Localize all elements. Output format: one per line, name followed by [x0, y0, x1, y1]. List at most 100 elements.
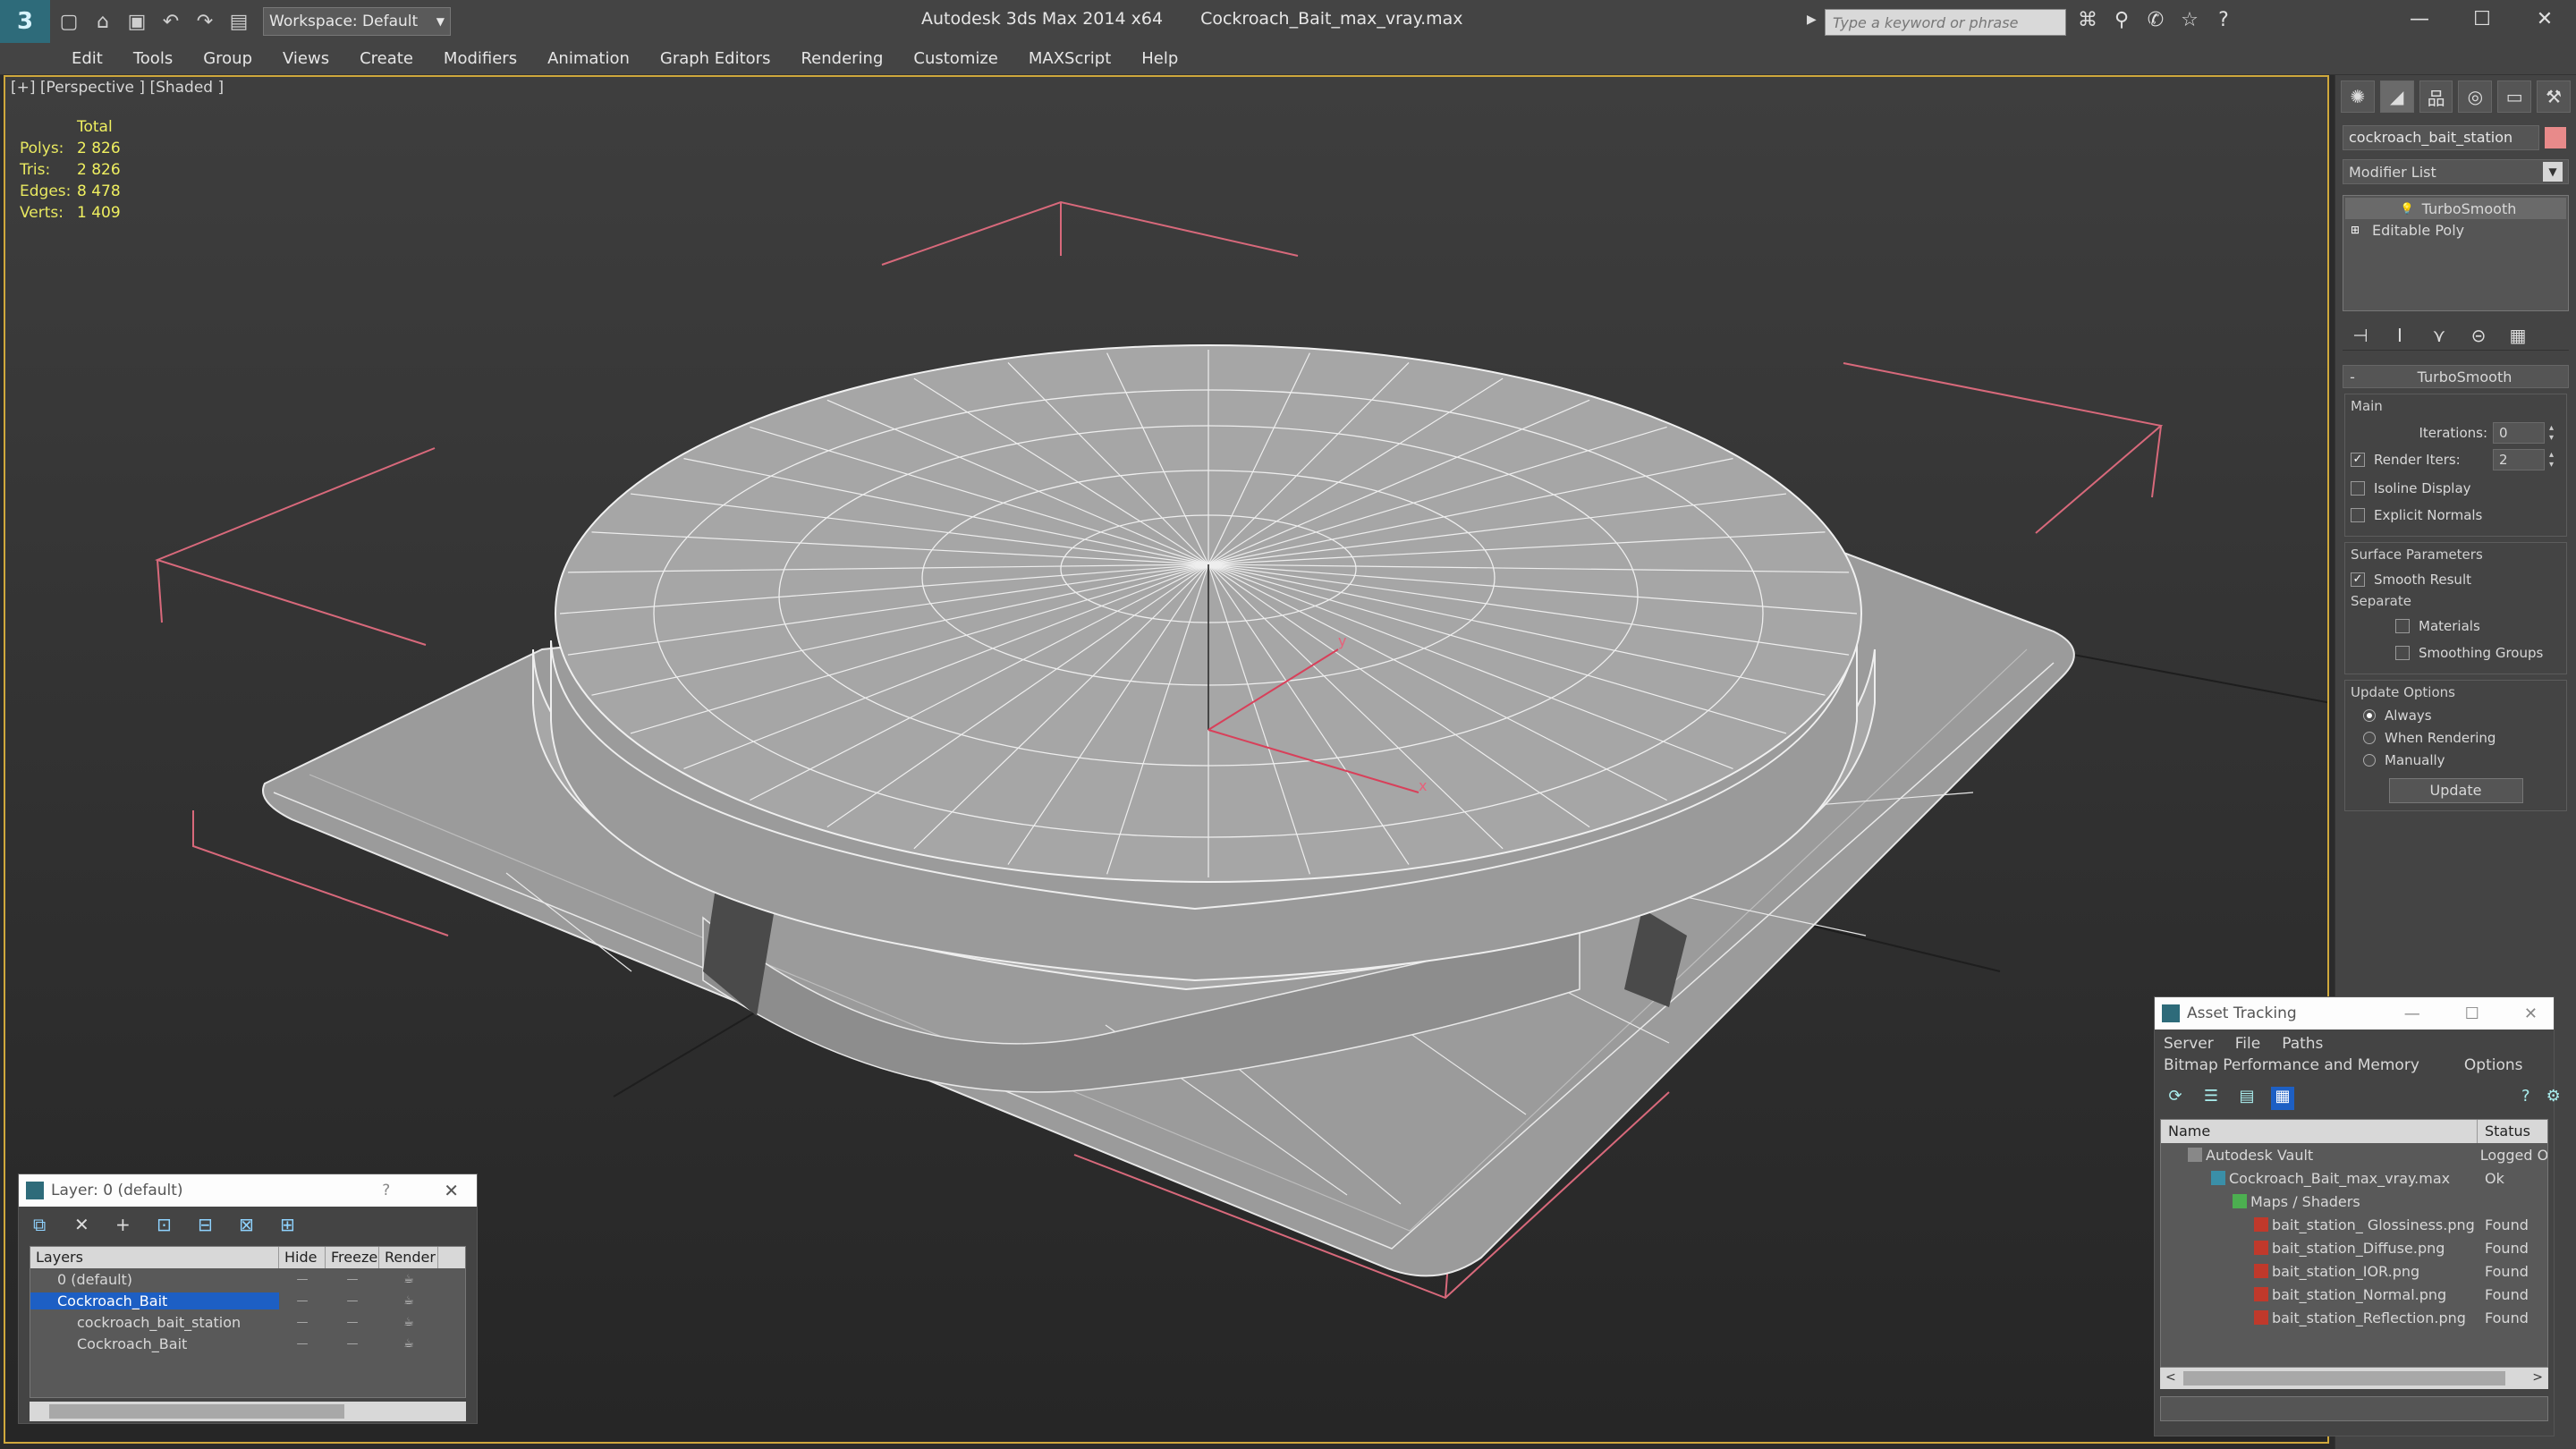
close-icon[interactable]: ✕	[444, 1180, 459, 1201]
asset-row[interactable]: bait_station_Diffuse.png Found	[2161, 1236, 2547, 1259]
app-logo-icon[interactable]: 3	[0, 0, 50, 43]
iterations-spinner[interactable]: 0	[2493, 422, 2558, 444]
search-expand-icon[interactable]: ▶	[1807, 13, 1817, 27]
menu-create[interactable]: Create	[360, 49, 413, 68]
menu-bitmap-performance[interactable]: Bitmap Performance and Memory	[2164, 1056, 2419, 1078]
menu-help[interactable]: Help	[1141, 49, 1178, 68]
hide-all-icon[interactable]: ⊠	[239, 1214, 260, 1235]
save-file-icon[interactable]: ▣	[122, 6, 152, 37]
undo-icon[interactable]: ↶	[156, 6, 186, 37]
stack-item-editable-poly[interactable]: ⊞ Editable Poly	[2345, 219, 2566, 241]
render-teapot-icon[interactable]: ☕	[379, 1337, 438, 1351]
motion-tab-icon[interactable]: ◎	[2458, 80, 2493, 113]
column-header[interactable]: Status	[2478, 1120, 2538, 1143]
layer-row[interactable]: 0 (default) — — ☕	[30, 1268, 465, 1290]
layer-panel-title-bar[interactable]: Layer: 0 (default) ? ✕	[19, 1174, 477, 1207]
stack-item-turbosmooth[interactable]: 💡 TurboSmooth	[2345, 198, 2566, 219]
menu-views[interactable]: Views	[283, 49, 329, 68]
maximize-icon[interactable]: ☐	[2465, 1004, 2479, 1023]
add-to-layer-icon[interactable]: +	[115, 1214, 137, 1235]
turbosmooth-rollout-header[interactable]: - TurboSmooth	[2343, 365, 2569, 388]
close-icon[interactable]: ✕	[2513, 0, 2576, 38]
help-icon[interactable]: ?	[382, 1182, 390, 1199]
column-header[interactable]: Name	[2161, 1120, 2478, 1143]
pin-stack-icon[interactable]: ⊣	[2348, 325, 2373, 350]
layer-row[interactable]: Cockroach_Bait — — ☕	[30, 1290, 465, 1311]
asset-row[interactable]: bait_station_IOR.png Found	[2161, 1259, 2547, 1283]
render-teapot-icon[interactable]: ☕	[379, 1316, 438, 1329]
minimize-icon[interactable]: —	[2388, 0, 2451, 38]
hide-toggle[interactable]: —	[279, 1337, 326, 1351]
select-objects-icon[interactable]: ⊡	[157, 1214, 178, 1235]
freeze-toggle[interactable]: —	[326, 1294, 379, 1308]
asset-row[interactable]: bait_station_Normal.png Found	[2161, 1283, 2547, 1306]
asset-row[interactable]: Maps / Shaders	[2161, 1190, 2547, 1213]
menu-edit[interactable]: Edit	[72, 49, 103, 68]
hide-toggle[interactable]: —	[279, 1273, 326, 1286]
modify-tab-icon[interactable]: ◢	[2379, 80, 2414, 113]
tree-view-icon[interactable]: ▤	[2235, 1087, 2258, 1110]
always-radio[interactable]	[2363, 708, 2376, 722]
update-button[interactable]: Update	[2388, 778, 2523, 803]
column-header[interactable]: Hide	[279, 1247, 326, 1268]
layer-row[interactable]: Cockroach_Bait — — ☕	[30, 1333, 465, 1354]
column-header[interactable]: Freeze	[326, 1247, 379, 1268]
isoline-checkbox[interactable]	[2351, 481, 2365, 496]
horizontal-scrollbar[interactable]: < >	[2160, 1368, 2548, 1389]
menu-rendering[interactable]: Rendering	[801, 49, 883, 68]
menu-customize[interactable]: Customize	[913, 49, 997, 68]
freeze-toggle[interactable]: —	[326, 1316, 379, 1329]
menu-file[interactable]: File	[2235, 1035, 2260, 1055]
layer-row[interactable]: cockroach_bait_station — — ☕	[30, 1311, 465, 1333]
modifier-list-dropdown[interactable]: Modifier List ▼	[2343, 159, 2569, 184]
viewport-label[interactable]: [+] [Perspective ] [Shaded ]	[11, 79, 224, 97]
smooth-result-checkbox[interactable]: ✓	[2351, 572, 2365, 587]
expand-plus-icon[interactable]: ⊞	[2351, 224, 2363, 236]
utilities-tab-icon[interactable]: ⚒	[2537, 80, 2571, 113]
freeze-toggle[interactable]: —	[326, 1273, 379, 1286]
new-layer-icon[interactable]: ⧉	[33, 1214, 55, 1235]
subscription-icon[interactable]: ⚲	[2109, 9, 2134, 34]
when-rendering-radio[interactable]	[2363, 731, 2376, 744]
render-iters-spinner[interactable]: 2	[2493, 449, 2558, 470]
asset-row[interactable]: Autodesk Vault Logged O	[2161, 1143, 2547, 1166]
open-file-icon[interactable]: ⌂	[88, 6, 118, 37]
asset-tracking-title-bar[interactable]: Asset Tracking — ☐ ✕	[2155, 997, 2554, 1030]
table-view-icon[interactable]: ▦	[2271, 1087, 2294, 1110]
show-end-result-icon[interactable]: Ⅰ	[2387, 325, 2412, 350]
search-input[interactable]: Type a keyword or phrase	[1825, 9, 2066, 36]
help-icon[interactable]: ?	[2211, 9, 2236, 34]
scrollbar-thumb[interactable]	[49, 1404, 344, 1419]
refresh-icon[interactable]: ⟳	[2164, 1087, 2187, 1110]
manually-radio[interactable]	[2363, 753, 2376, 767]
remove-modifier-icon[interactable]: ⊝	[2466, 325, 2491, 350]
explicit-normals-checkbox[interactable]	[2351, 508, 2365, 522]
close-icon[interactable]: ✕	[2524, 1004, 2538, 1023]
menu-modifiers[interactable]: Modifiers	[444, 49, 517, 68]
menu-paths[interactable]: Paths	[2282, 1035, 2323, 1055]
freeze-all-icon[interactable]: ⊞	[280, 1214, 301, 1235]
communication-icon[interactable]: ✆	[2143, 9, 2168, 34]
menu-maxscript[interactable]: MAXScript	[1029, 49, 1111, 68]
scrollbar-thumb[interactable]	[2183, 1371, 2505, 1385]
column-header[interactable]: Render	[379, 1247, 438, 1268]
menu-group[interactable]: Group	[203, 49, 252, 68]
highlight-layer-icon[interactable]: ⊟	[198, 1214, 219, 1235]
project-folder-icon[interactable]: ▤	[224, 6, 254, 37]
object-color-swatch[interactable]	[2545, 127, 2566, 148]
menu-server[interactable]: Server	[2164, 1035, 2214, 1055]
scroll-left-icon[interactable]: <	[2165, 1370, 2176, 1385]
redo-icon[interactable]: ↷	[190, 6, 220, 37]
menu-options[interactable]: Options	[2464, 1056, 2523, 1078]
materials-checkbox[interactable]	[2395, 619, 2410, 633]
new-file-icon[interactable]: ▢	[54, 6, 84, 37]
minimize-icon[interactable]: —	[2404, 1004, 2420, 1023]
asset-row[interactable]: bait_station_Reflection.png Found	[2161, 1306, 2547, 1329]
make-unique-icon[interactable]: ⋎	[2427, 325, 2452, 350]
workspace-dropdown[interactable]: Workspace: Default ▼	[263, 7, 451, 36]
horizontal-scrollbar[interactable]	[30, 1402, 466, 1421]
vault-help-icon[interactable]: ?	[2521, 1087, 2530, 1110]
column-header[interactable]: Layers	[30, 1247, 279, 1268]
menu-graph-editors[interactable]: Graph Editors	[660, 49, 771, 68]
hierarchy-tab-icon[interactable]: 品	[2419, 80, 2453, 113]
